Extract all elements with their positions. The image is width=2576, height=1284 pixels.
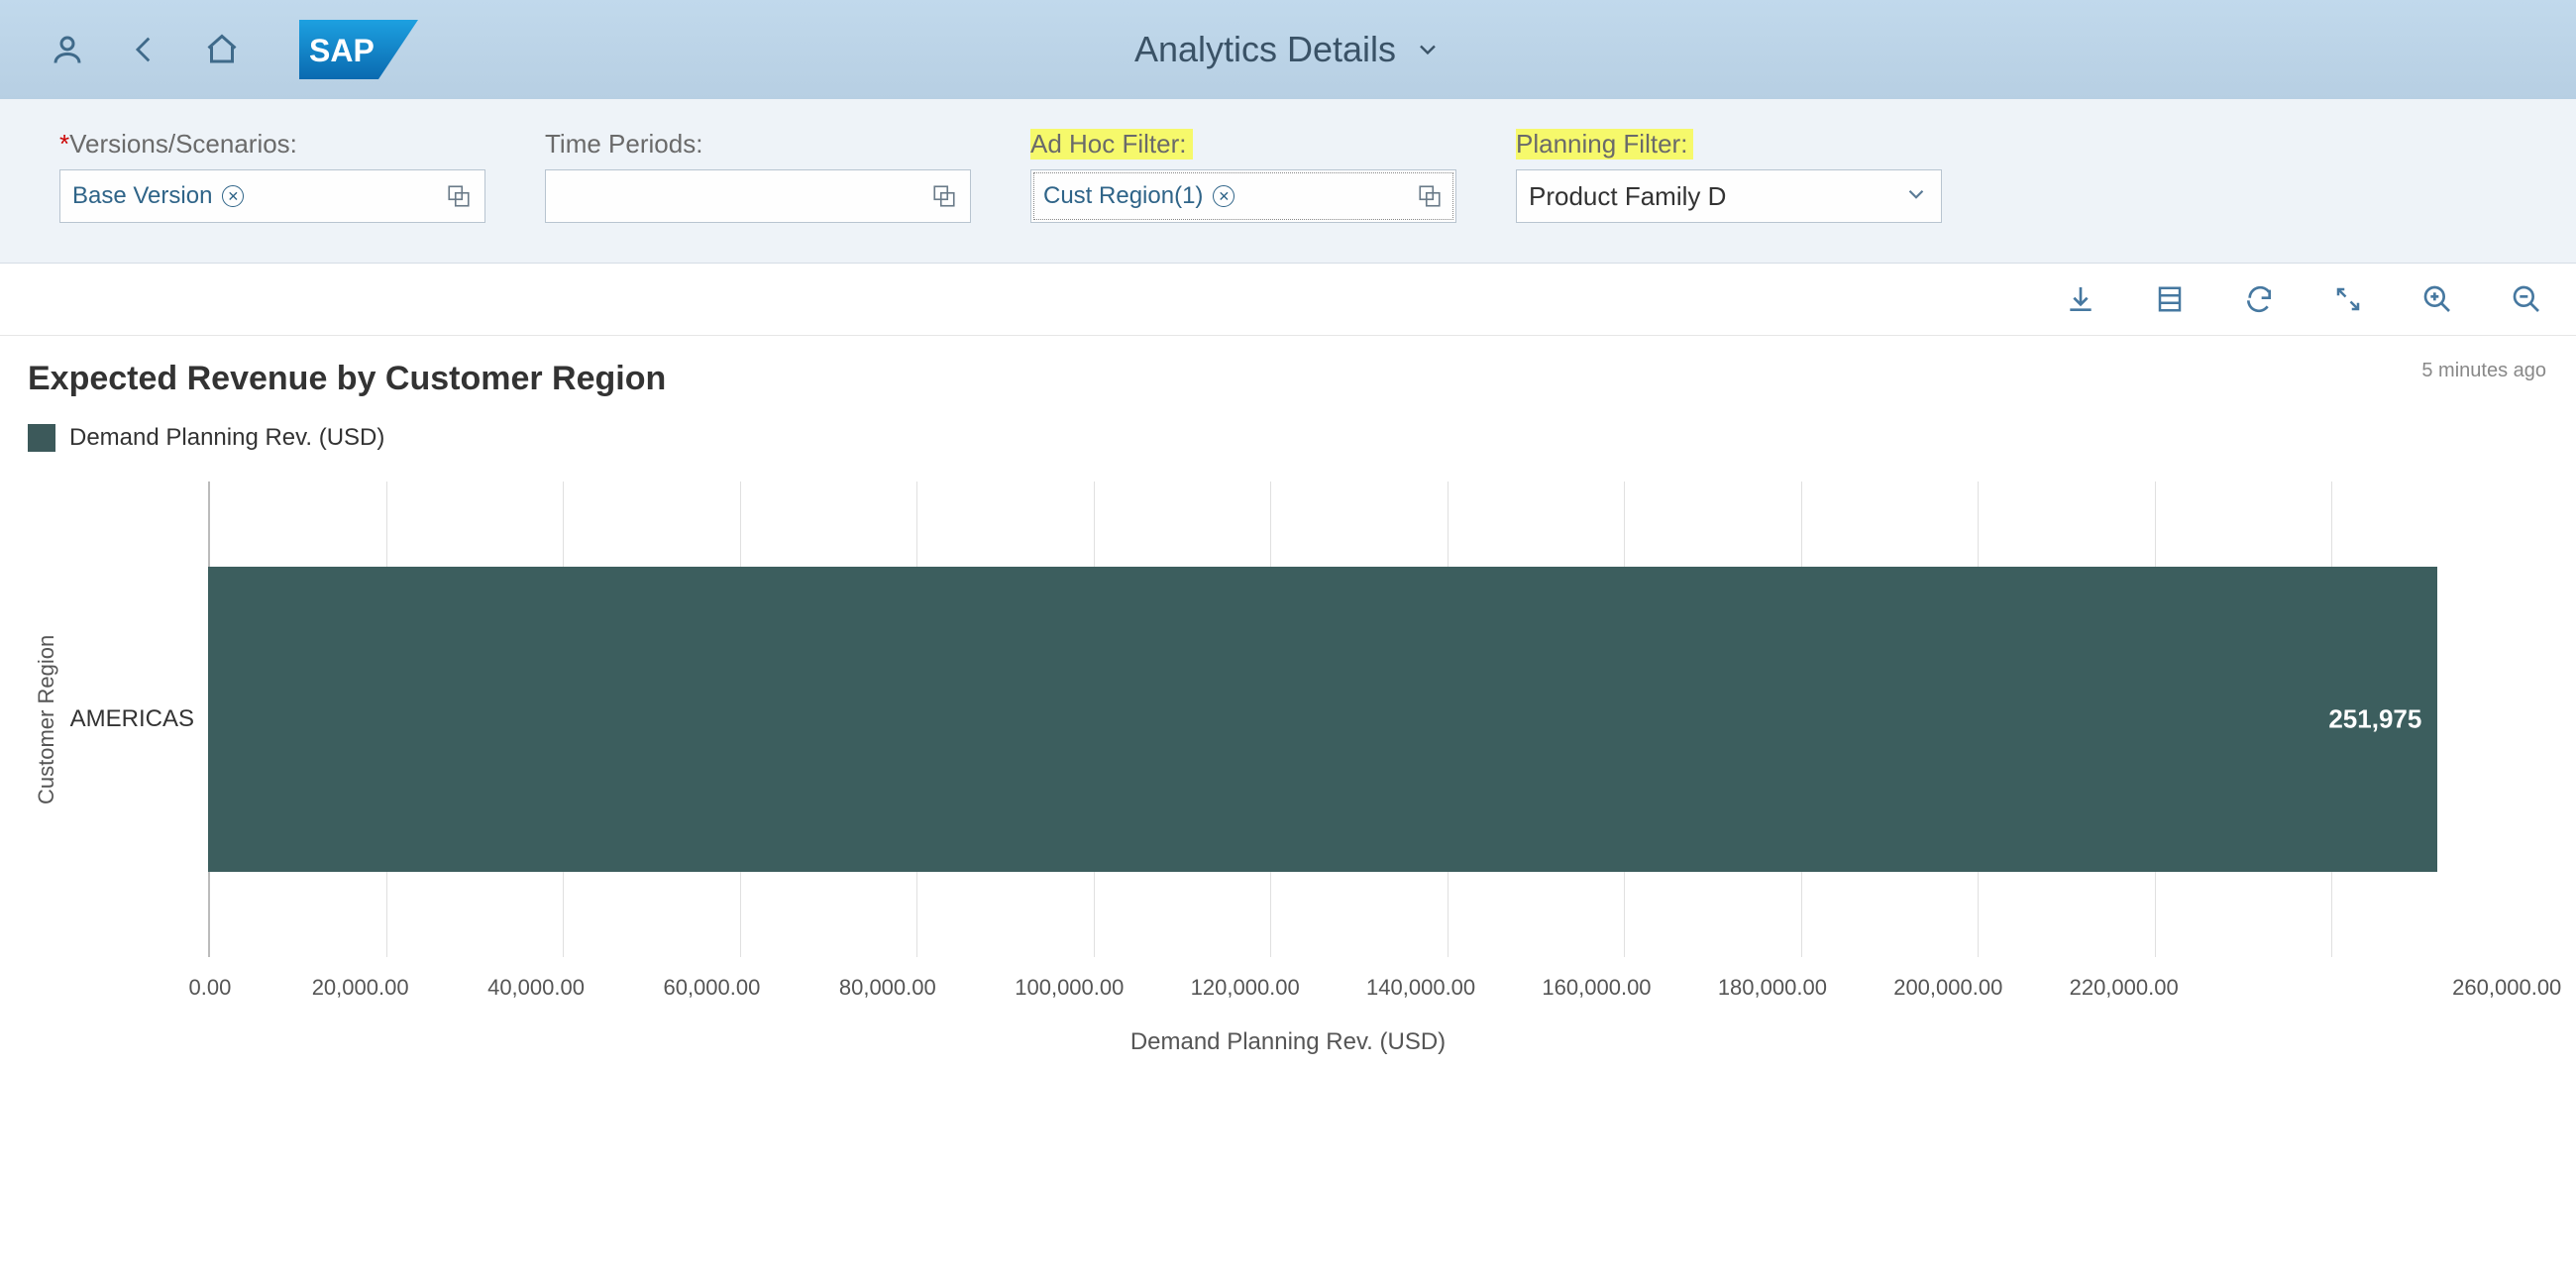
plot-area: 251,975 xyxy=(208,482,2509,957)
page-title-dropdown[interactable]: Analytics Details xyxy=(1134,29,1442,70)
value-help-icon[interactable] xyxy=(445,182,473,210)
filter-time-label: Time Periods: xyxy=(545,129,971,160)
plot-wrap: Customer Region AMERICAS 251,975 xyxy=(28,482,2548,957)
filter-adhoc-input[interactable]: Cust Region(1) ✕ xyxy=(1030,169,1456,223)
zoom-in-icon[interactable] xyxy=(2417,279,2457,319)
chevron-down-icon xyxy=(1903,181,1929,212)
legend-swatch xyxy=(28,424,55,452)
x-tick: 20,000.00 xyxy=(312,975,487,1001)
value-help-icon[interactable] xyxy=(930,182,958,210)
x-tick: 40,000.00 xyxy=(487,975,663,1001)
adhoc-token-text: Cust Region(1) xyxy=(1043,182,1203,210)
back-icon[interactable] xyxy=(125,30,164,69)
svg-text:SAP: SAP xyxy=(309,33,375,68)
bar-row: 251,975 xyxy=(208,567,2509,871)
filter-planning-label: Planning Filter: xyxy=(1516,129,1693,160)
filter-bar: *Versions/Scenarios: Base Version ✕ Time… xyxy=(0,99,2576,264)
bar-value-label: 251,975 xyxy=(2328,703,2421,734)
zoom-out-icon[interactable] xyxy=(2507,279,2546,319)
filter-time-input[interactable] xyxy=(545,169,971,223)
x-axis-ticks: 0.0020,000.0040,000.0060,000.0080,000.00… xyxy=(224,975,2509,1001)
x-tick: 200,000.00 xyxy=(1893,975,2069,1001)
chart-area: 5 minutes ago Expected Revenue by Custom… xyxy=(0,336,2576,1096)
x-tick: 80,000.00 xyxy=(839,975,1015,1001)
table-icon[interactable] xyxy=(2150,279,2190,319)
user-icon[interactable] xyxy=(48,30,87,69)
home-icon[interactable] xyxy=(202,30,242,69)
refresh-icon[interactable] xyxy=(2239,279,2279,319)
filter-versions: *Versions/Scenarios: Base Version ✕ xyxy=(59,129,485,223)
filter-planning: Planning Filter: Product Family D xyxy=(1516,129,1942,223)
filter-planning-select[interactable]: Product Family D xyxy=(1516,169,1942,223)
x-axis-title: Demand Planning Rev. (USD) xyxy=(28,1028,2548,1056)
x-tick: 180,000.00 xyxy=(1718,975,1893,1001)
chevron-down-icon xyxy=(1414,36,1442,63)
filter-versions-label: *Versions/Scenarios: xyxy=(59,129,485,160)
adhoc-token[interactable]: Cust Region(1) ✕ xyxy=(1043,182,1234,210)
x-tick: 260,000.00 xyxy=(2386,975,2561,1001)
x-tick: 100,000.00 xyxy=(1015,975,1190,1001)
sap-logo: SAP xyxy=(299,20,418,79)
x-tick: 120,000.00 xyxy=(1191,975,1366,1001)
y-axis-title: Customer Region xyxy=(28,482,59,957)
version-token[interactable]: Base Version ✕ xyxy=(72,182,244,210)
chart-title: Expected Revenue by Customer Region xyxy=(28,360,2548,398)
x-tick: 60,000.00 xyxy=(663,975,838,1001)
value-help-icon[interactable] xyxy=(1416,182,1444,210)
download-icon[interactable] xyxy=(2061,279,2100,319)
filter-adhoc-label: Ad Hoc Filter: xyxy=(1030,129,1193,160)
chart-timestamp: 5 minutes ago xyxy=(2421,360,2546,382)
chart-legend: Demand Planning Rev. (USD) xyxy=(28,424,2548,452)
chart-toolbar xyxy=(0,264,2576,336)
y-category-label: AMERICAS xyxy=(59,482,208,957)
close-icon[interactable]: ✕ xyxy=(222,185,244,207)
filter-time-periods: Time Periods: xyxy=(545,129,971,223)
page-title: Analytics Details xyxy=(1134,29,1396,70)
fullscreen-icon[interactable] xyxy=(2328,279,2368,319)
x-tick: 140,000.00 xyxy=(1366,975,1542,1001)
x-tick: 160,000.00 xyxy=(1542,975,1717,1001)
filter-versions-input[interactable]: Base Version ✕ xyxy=(59,169,485,223)
planning-value: Product Family D xyxy=(1529,181,1726,212)
topbar-left-group: SAP xyxy=(48,20,418,79)
version-token-text: Base Version xyxy=(72,182,212,210)
filter-adhoc: Ad Hoc Filter: Cust Region(1) ✕ xyxy=(1030,129,1456,223)
top-header: SAP Analytics Details xyxy=(0,0,2576,99)
legend-label: Demand Planning Rev. (USD) xyxy=(69,424,384,452)
close-icon[interactable]: ✕ xyxy=(1213,185,1234,207)
x-tick: 220,000.00 xyxy=(2070,975,2245,1001)
bar-americas[interactable]: 251,975 xyxy=(208,567,2437,871)
